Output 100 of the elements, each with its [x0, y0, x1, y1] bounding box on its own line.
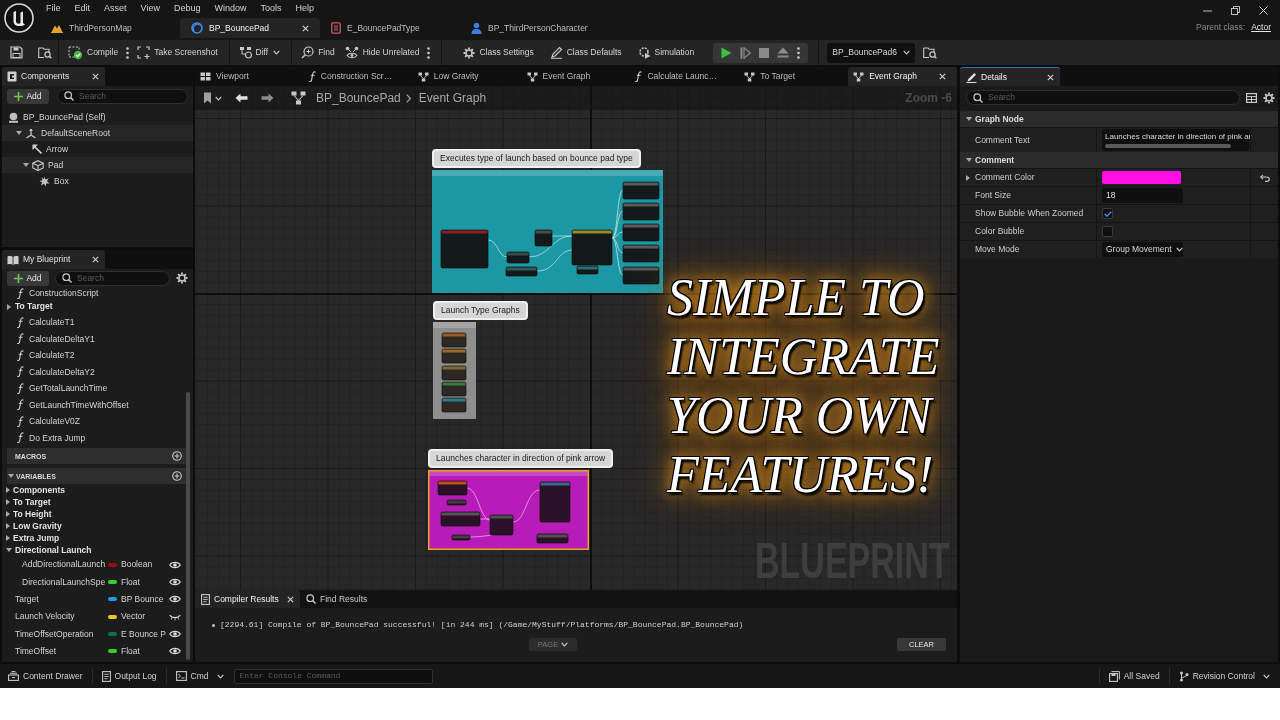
simulation-button[interactable]: Simulation [632, 42, 700, 63]
menu-item[interactable]: Help [288, 4, 321, 13]
collapsed-caret-icon[interactable] [6, 523, 10, 529]
tree-item[interactable]: Arrow [2, 141, 193, 157]
expanded-caret-icon[interactable] [966, 158, 972, 162]
graph-tab[interactable]: To Target [739, 67, 849, 86]
graph-tab[interactable]: Construction Scr… [303, 67, 413, 86]
category-item[interactable]: Components [2, 484, 186, 496]
settings-icon[interactable] [176, 272, 188, 284]
eye-icon[interactable] [169, 595, 181, 604]
comment-box[interactable] [433, 322, 476, 419]
expanded-caret-icon[interactable] [8, 474, 14, 478]
menu-item[interactable]: Asset [97, 4, 134, 13]
function-item[interactable]: CalculateV0Z [2, 413, 186, 430]
close-icon[interactable] [1047, 73, 1054, 81]
tree-item[interactable]: Pad [2, 157, 193, 173]
close-icon[interactable] [302, 24, 309, 32]
diff-button[interactable]: Diff [233, 42, 286, 63]
hide-unrelated-button[interactable]: Hide Unrelated [339, 42, 425, 63]
menu-item[interactable]: Window [207, 4, 254, 13]
add-icon[interactable] [172, 451, 182, 461]
checkbox[interactable] [1102, 208, 1113, 219]
function-item[interactable]: GetLaunchTimeWithOffset [2, 396, 186, 413]
section-header[interactable]: Comment [960, 152, 1278, 168]
category-item[interactable]: To Target [2, 496, 186, 508]
comment-bubble[interactable]: Launch Type Graphs [433, 301, 528, 320]
expanded-caret-icon[interactable] [966, 117, 972, 121]
variable-name[interactable]: AddDirectionalLaunch [22, 560, 108, 569]
collapsed-caret-icon[interactable] [6, 535, 10, 541]
dropdown[interactable]: Group Movement [1102, 242, 1183, 257]
results-tab[interactable]: Find Results [300, 590, 374, 608]
variable-name[interactable]: Launch Velocity [15, 612, 108, 621]
collapsed-caret-icon[interactable] [6, 487, 10, 493]
settings-icon[interactable] [1263, 91, 1275, 104]
breadcrumb-item[interactable]: BP_BouncePad [316, 92, 401, 104]
debug-object-dropdown[interactable]: BP_BouncePad6 [827, 42, 915, 63]
menu-item[interactable]: Edit [67, 4, 98, 13]
panel-tab[interactable]: Components [2, 67, 105, 86]
section-header[interactable]: Graph Node [960, 111, 1278, 127]
category-item[interactable]: Directional Launch [2, 544, 186, 556]
cmd-dropdown[interactable]: Cmd [171, 667, 228, 685]
eye-icon[interactable] [169, 647, 181, 656]
results-tab[interactable]: Compiler Results [195, 590, 300, 608]
close-icon[interactable] [92, 256, 99, 263]
function-item[interactable]: CalculateDeltaY1 [2, 330, 186, 347]
collapsed-caret-icon[interactable] [6, 511, 10, 517]
more-options-icon[interactable] [126, 46, 130, 59]
menu-item[interactable]: Tools [253, 4, 289, 13]
more-options-icon[interactable] [427, 46, 431, 59]
variable-name[interactable]: TimeOffsetOperation [15, 629, 108, 639]
function-item[interactable]: CalculateT2 [2, 347, 186, 364]
graph-tab[interactable]: Calculate Launc… [630, 67, 740, 86]
revision-control-dropdown[interactable]: Revision Control [1174, 667, 1274, 685]
graph-tab[interactable]: Viewport [195, 67, 304, 86]
folder-search-icon[interactable] [38, 46, 52, 59]
menu-item[interactable]: File [39, 4, 68, 13]
forward-arrow-icon[interactable] [261, 93, 274, 103]
comment-bubble[interactable]: Launches character in direction of pink arrow [428, 449, 614, 468]
parent-class-link[interactable]: Actor [1251, 23, 1271, 32]
restore-icon[interactable] [1231, 5, 1240, 15]
function-item[interactable]: ConstructionScript [2, 287, 186, 299]
expanded-caret-icon[interactable] [6, 548, 12, 552]
function-item[interactable]: GetTotalLaunchTime [2, 380, 186, 397]
output-log-button[interactable]: Output Log [97, 667, 161, 685]
category-item[interactable]: To Height [2, 508, 186, 520]
expanded-caret-icon[interactable] [16, 131, 22, 135]
step-forward-icon[interactable] [740, 46, 752, 59]
bookmark-icon[interactable] [203, 92, 212, 104]
content-drawer-button[interactable]: Content Drawer [4, 667, 87, 685]
more-options-icon[interactable] [797, 46, 801, 59]
reset-arrow-icon[interactable] [1259, 173, 1270, 182]
add-button[interactable]: Add [7, 88, 49, 104]
function-item[interactable]: CalculateT1 [2, 314, 186, 331]
closed-eye-icon[interactable] [169, 612, 181, 621]
tree-item[interactable]: BP_BouncePad (Self) [2, 109, 193, 125]
variable-name[interactable]: TimeOffset [15, 646, 108, 656]
category-item[interactable]: To Target [2, 299, 186, 314]
category-item[interactable]: Extra Jump [2, 532, 186, 544]
collapsed-caret-icon[interactable] [7, 303, 11, 310]
comment-bubble[interactable]: Executes type of launch based on bounce pad type [432, 149, 641, 168]
document-tab[interactable]: BP_ThirdPersonCharacter [460, 18, 600, 38]
swatch-icon[interactable] [1102, 171, 1181, 184]
close-icon[interactable] [287, 595, 294, 603]
folder-search-icon[interactable] [922, 46, 937, 59]
panel-tab[interactable]: Details [960, 67, 1060, 86]
play-icon[interactable] [721, 46, 733, 59]
comment-box[interactable] [432, 170, 663, 293]
collapsed-caret-icon[interactable] [6, 499, 10, 505]
close-icon[interactable] [92, 73, 99, 80]
collapsed-caret-icon[interactable] [966, 174, 970, 181]
save-state-button[interactable]: All Saved [1104, 667, 1164, 685]
function-item[interactable]: Do Extra Jump [2, 429, 186, 446]
add-icon[interactable] [172, 471, 182, 481]
menu-item[interactable]: View [133, 4, 167, 13]
save-icon[interactable] [10, 46, 23, 59]
document-tab[interactable]: BP_BouncePad [180, 18, 320, 38]
find-button[interactable]: Find [296, 42, 340, 63]
compile-button[interactable]: Compile [63, 42, 124, 63]
breadcrumb-item[interactable]: Event Graph [418, 92, 487, 104]
close-icon[interactable] [1259, 5, 1268, 15]
